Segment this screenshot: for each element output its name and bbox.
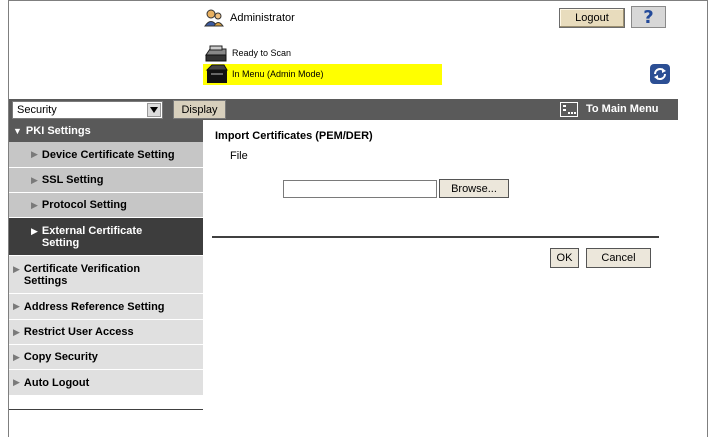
sidebar-item-restrict-user-access[interactable]: ▶ Restrict User Access [9,320,203,345]
triangle-right-icon: ▶ [13,377,20,387]
administrator-icon [204,8,224,28]
file-path-input[interactable] [283,180,437,198]
sidebar-item-label: Restrict User Access [23,326,134,338]
logout-button[interactable]: Logout [559,8,625,28]
sidebar-item-label: PKI Settings [25,125,91,137]
sidebar-item-label: Device Certificate Setting [41,148,175,161]
sidebar-item-label: Address Reference Setting [23,300,165,313]
page-title: Import Certificates (PEM/DER) [215,130,373,142]
sidebar-item-label: Auto Logout [23,376,90,389]
triangle-right-icon: ▶ [31,149,38,159]
help-button[interactable]: ? [631,6,666,28]
triangle-right-icon: ▶ [31,226,38,236]
frame-top-border [8,0,708,1]
sidebar-item-ssl-setting[interactable]: ▶ SSL Setting [9,168,203,193]
ok-button[interactable]: OK [550,248,579,268]
status-ready-text: Ready to Scan [232,48,292,58]
file-label: File [230,150,248,162]
refresh-button[interactable] [650,64,670,84]
help-icon: ? [643,6,654,28]
sidebar-item-device-certificate[interactable]: ▶ Device Certificate Setting [9,142,203,168]
content-divider [212,236,659,238]
sidebar-item-auto-logout[interactable]: ▶ Auto Logout [9,370,203,396]
category-select[interactable]: Security [12,101,163,119]
sidebar-divider [9,409,203,410]
display-button[interactable]: Display [173,100,226,119]
cancel-button[interactable]: Cancel [586,248,651,268]
sidebar-item-pki-settings[interactable]: ▼ PKI Settings [9,120,203,142]
triangle-right-icon: ▶ [31,199,38,210]
frame-right-border [707,0,708,437]
triangle-right-icon: ▶ [13,326,20,337]
sidebar-item-address-reference[interactable]: ▶ Address Reference Setting [9,294,203,320]
triangle-right-icon: ▶ [13,264,20,274]
triangle-right-icon: ▶ [31,174,38,185]
main-menu-icon[interactable] [560,102,578,117]
refresh-icon [654,68,666,80]
chevron-down-icon[interactable] [147,103,161,117]
sidebar-item-protocol-setting[interactable]: ▶ Protocol Setting [9,193,203,218]
triangle-right-icon: ▶ [13,301,20,311]
to-main-menu-link[interactable]: To Main Menu [586,103,659,115]
sidebar-item-copy-security[interactable]: ▶ Copy Security [9,345,203,370]
browse-button[interactable]: Browse... [439,179,509,198]
sidebar-item-label: Certificate Verification Settings [23,263,141,287]
sidebar-item-label: External Certificate Setting [41,225,143,249]
triangle-down-icon: ▼ [13,126,22,136]
sidebar-item-label: SSL Setting [41,174,104,186]
scanner-icon [204,45,228,63]
sidebar-item-certificate-verification[interactable]: ▶ Certificate Verification Settings [9,256,203,294]
triangle-right-icon: ▶ [13,351,20,362]
sidebar-item-label: Copy Security [23,351,98,363]
sidebar-item-external-certificate[interactable]: ▶ External Certificate Setting [9,218,203,256]
device-admin-icon [204,64,230,85]
status-mode-text: In Menu (Admin Mode) [232,69,324,79]
user-label: Administrator [230,12,295,24]
category-select-value: Security [17,104,57,116]
sidebar-item-label: Protocol Setting [41,199,127,211]
